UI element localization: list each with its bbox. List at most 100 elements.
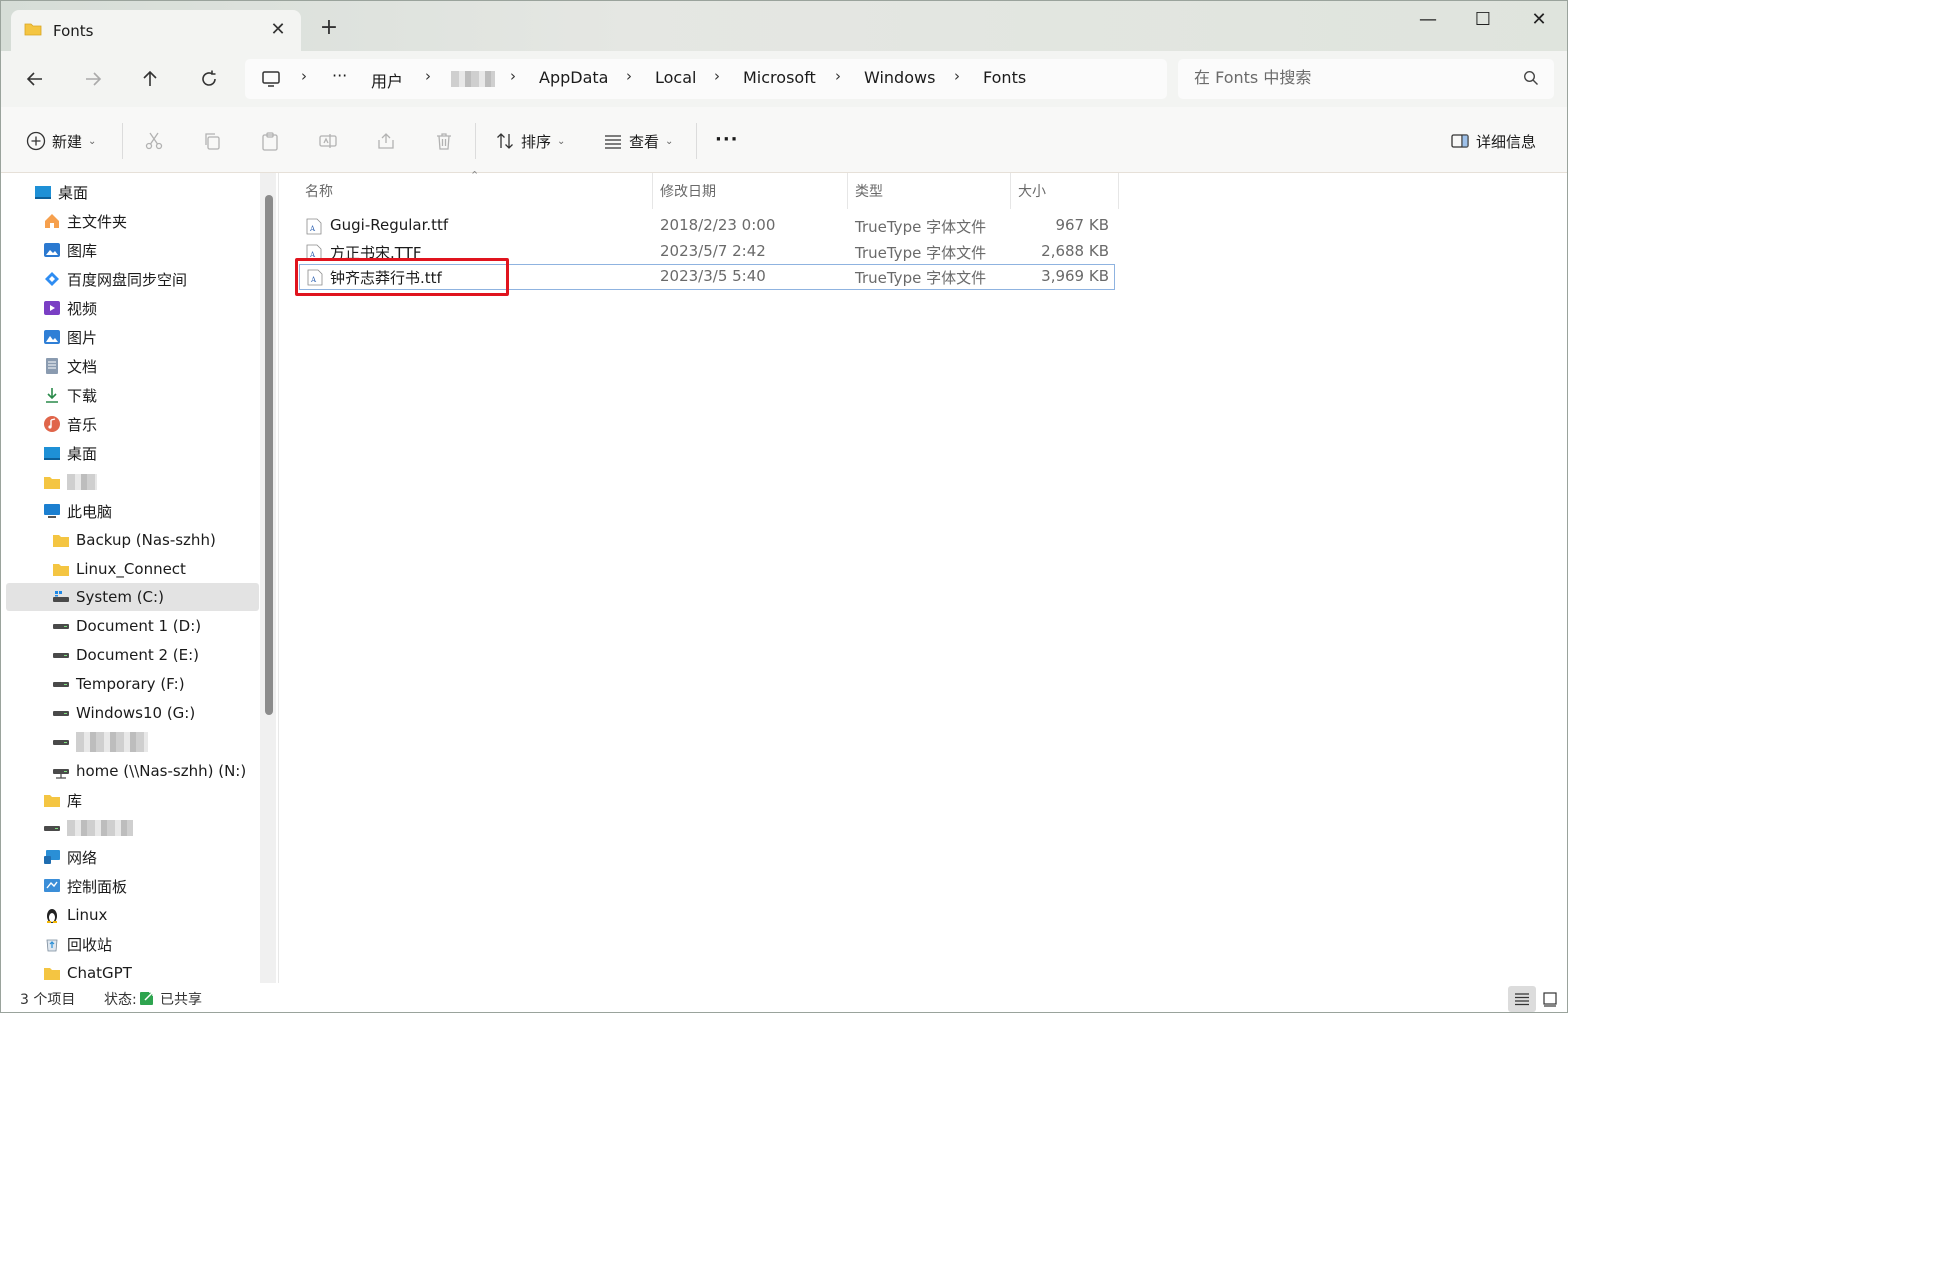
details-view-button[interactable] bbox=[1508, 986, 1536, 1012]
rename-button[interactable] bbox=[318, 127, 338, 155]
sidebar-item-documents[interactable]: 文档 bbox=[43, 352, 97, 380]
sidebar-item-windows10-g[interactable]: Windows10 (G:) bbox=[52, 699, 195, 727]
sort-icon bbox=[497, 133, 513, 149]
delete-button[interactable] bbox=[434, 127, 454, 155]
maximize-button[interactable]: ☐ bbox=[1458, 7, 1508, 33]
cut-button[interactable] bbox=[144, 127, 164, 155]
column-header-size[interactable]: 大小 bbox=[1018, 181, 1046, 201]
sidebar-item-gallery[interactable]: 图库 bbox=[43, 236, 97, 264]
sidebar-item-home[interactable]: 主文件夹 bbox=[43, 207, 127, 235]
paste-button[interactable] bbox=[260, 127, 280, 155]
table-row[interactable]: A Gugi-Regular.ttf 2018/2/23 0:00 TrueTy… bbox=[299, 213, 1115, 239]
sidebar-item-libraries[interactable]: 库 bbox=[43, 786, 82, 814]
control-panel-icon bbox=[44, 879, 60, 892]
arrow-left-icon bbox=[26, 72, 42, 86]
status-label: 状态: bbox=[104, 992, 137, 1008]
refresh-button[interactable] bbox=[193, 63, 225, 95]
share-icon bbox=[378, 133, 394, 149]
sidebar-item-label: System (C:) bbox=[76, 588, 164, 606]
sidebar-item-videos[interactable]: 视频 bbox=[43, 294, 97, 322]
sidebar-item-document1-d[interactable]: Document 1 (D:) bbox=[52, 612, 201, 640]
breadcrumb-windows[interactable]: Windows bbox=[864, 68, 935, 87]
breadcrumb-ellipsis[interactable]: ··· bbox=[332, 66, 347, 85]
new-button[interactable]: 新建 ⌄ bbox=[26, 127, 96, 155]
column-divider[interactable] bbox=[1118, 173, 1119, 209]
chevron-right-icon: › bbox=[510, 67, 516, 85]
new-tab-button[interactable]: + bbox=[317, 17, 341, 41]
sidebar-item-label: 百度网盘同步空间 bbox=[67, 270, 188, 289]
view-button[interactable]: 查看 ⌄ bbox=[603, 127, 673, 155]
close-tab-icon[interactable]: ✕ bbox=[266, 18, 290, 42]
sort-button[interactable]: 排序 ⌄ bbox=[495, 127, 565, 155]
search-icon[interactable] bbox=[1523, 70, 1539, 86]
redacted-username[interactable] bbox=[451, 71, 495, 87]
forward-button[interactable] bbox=[77, 63, 109, 95]
chevron-right-icon: › bbox=[626, 67, 632, 85]
breadcrumb-microsoft[interactable]: Microsoft bbox=[743, 68, 816, 87]
download-icon bbox=[46, 388, 58, 403]
sidebar-item-recycle-bin[interactable]: 回收站 bbox=[43, 930, 112, 958]
sidebar-item-pictures[interactable]: 图片 bbox=[43, 323, 97, 351]
column-header-modified[interactable]: 修改日期 bbox=[660, 181, 716, 201]
breadcrumb-fonts[interactable]: Fonts bbox=[983, 68, 1026, 87]
column-divider[interactable] bbox=[1010, 173, 1011, 209]
sidebar-item-home-nas-n[interactable]: home (\\Nas-szhh) (N:) bbox=[52, 757, 246, 785]
breadcrumb[interactable]: › ··· 用户 › › AppData › Local › Microsoft… bbox=[245, 59, 1167, 99]
sidebar-item-network[interactable]: 网络 bbox=[43, 843, 97, 871]
sidebar-item-label: 图片 bbox=[67, 328, 98, 347]
desktop-icon bbox=[35, 186, 51, 199]
music-icon bbox=[44, 416, 60, 432]
clipboard-icon bbox=[262, 132, 278, 151]
sidebar-item-this-pc[interactable]: 此电脑 bbox=[43, 497, 112, 525]
sidebar-item-backup-nas[interactable]: Backup (Nas-szhh) bbox=[52, 526, 216, 554]
sidebar-item-control-panel[interactable]: 控制面板 bbox=[43, 872, 127, 900]
sidebar-item-redacted-drive-2[interactable] bbox=[43, 814, 133, 842]
sidebar-item-system-c[interactable]: System (C:) bbox=[52, 583, 164, 611]
column-header-type[interactable]: 类型 bbox=[855, 181, 883, 201]
sidebar-scrollbar-thumb[interactable] bbox=[265, 195, 273, 715]
back-button[interactable] bbox=[19, 63, 51, 95]
sort-label: 排序 bbox=[521, 132, 552, 151]
command-bar: 新建 ⌄ 排序 ⌄ 查看 ⌄ ··· 详细信息 bbox=[1, 107, 1567, 173]
sidebar-item-linux[interactable]: Linux bbox=[43, 901, 107, 929]
share-button[interactable] bbox=[376, 127, 396, 155]
search-box[interactable] bbox=[1178, 59, 1554, 99]
search-input[interactable] bbox=[1194, 68, 1514, 87]
sidebar-item-desktop-top[interactable]: 桌面 bbox=[34, 178, 88, 206]
sidebar-item-redacted-drive[interactable] bbox=[52, 728, 148, 756]
rename-icon bbox=[319, 134, 337, 148]
sidebar-item-temporary-f[interactable]: Temporary (F:) bbox=[52, 670, 185, 698]
folder-icon bbox=[44, 795, 60, 807]
sidebar-item-linux-connect[interactable]: Linux_Connect bbox=[52, 555, 186, 583]
file-modified: 2023/3/5 5:40 bbox=[660, 267, 766, 285]
sidebar-item-desktop[interactable]: 桌面 bbox=[43, 439, 97, 467]
details-pane-icon bbox=[1451, 134, 1469, 148]
sidebar-item-music[interactable]: 音乐 bbox=[43, 410, 97, 438]
tab-fonts[interactable]: Fonts ✕ bbox=[11, 10, 301, 52]
close-window-button[interactable]: ✕ bbox=[1514, 7, 1564, 33]
file-type: TrueType 字体文件 bbox=[855, 269, 987, 287]
column-header-name[interactable]: 名称 bbox=[305, 181, 333, 201]
sidebar-item-redacted-folder[interactable] bbox=[43, 468, 97, 496]
copy-button[interactable] bbox=[202, 127, 222, 155]
breadcrumb-local[interactable]: Local bbox=[655, 68, 696, 87]
sidebar-item-document2-e[interactable]: Document 2 (E:) bbox=[52, 641, 199, 669]
sidebar-item-label: Backup (Nas-szhh) bbox=[76, 531, 216, 549]
sidebar-item-baidu-netdisk[interactable]: 百度网盘同步空间 bbox=[43, 265, 187, 293]
sidebar-item-downloads[interactable]: 下载 bbox=[43, 381, 97, 409]
monitor-icon[interactable] bbox=[261, 70, 281, 88]
sidebar-item-label: Linux bbox=[67, 906, 108, 924]
column-divider[interactable] bbox=[652, 173, 653, 209]
breadcrumb-appdata[interactable]: AppData bbox=[539, 68, 608, 87]
more-options-button[interactable]: ··· bbox=[715, 125, 739, 153]
drive-icon bbox=[44, 826, 60, 831]
up-button[interactable] bbox=[134, 63, 166, 95]
sidebar-item-label: 控制面板 bbox=[67, 877, 128, 896]
minimize-button[interactable]: — bbox=[1403, 7, 1453, 33]
desktop-icon bbox=[44, 447, 60, 460]
details-pane-button[interactable]: 详细信息 bbox=[1450, 127, 1536, 155]
baidu-netdisk-icon bbox=[45, 272, 59, 286]
breadcrumb-users[interactable]: 用户 bbox=[371, 68, 403, 92]
column-divider[interactable] bbox=[847, 173, 848, 209]
tiles-view-button[interactable] bbox=[1536, 986, 1564, 1012]
